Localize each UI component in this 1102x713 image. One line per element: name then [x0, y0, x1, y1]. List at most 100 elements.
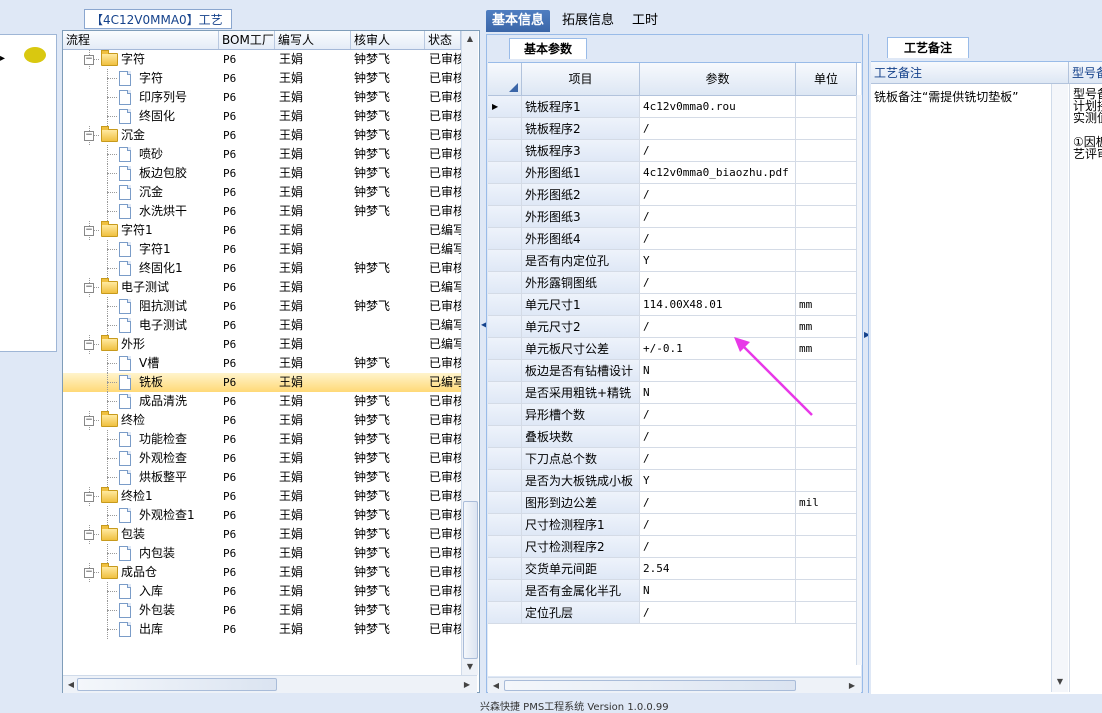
param-unit[interactable] [796, 96, 857, 118]
col-writer[interactable]: 编写人 [275, 31, 351, 49]
param-value[interactable]: 2.54 [640, 558, 796, 580]
tab-basic-info[interactable]: 基本信息 [486, 10, 551, 32]
tab-work-hours[interactable]: 工时 [626, 10, 664, 32]
param-value[interactable]: / [640, 492, 796, 514]
tab-extended-info[interactable]: 拓展信息 [556, 10, 620, 32]
param-value[interactable]: / [640, 514, 796, 536]
tree-item-row[interactable]: 内包装 P6 王娟 钟梦飞 已审核 [63, 544, 461, 563]
col-process[interactable]: 流程 [63, 31, 219, 49]
param-unit[interactable] [796, 184, 857, 206]
col-status[interactable]: 状态 [425, 31, 461, 49]
param-unit[interactable] [796, 118, 857, 140]
param-unit[interactable]: mil [796, 492, 857, 514]
model-note-text[interactable]: 型号备 计划接 实测值 ①因板 艺评审 [1073, 88, 1102, 160]
row-header[interactable] [488, 382, 522, 404]
param-row[interactable]: ▶铣板程序14c12v0mma0.rouY [488, 96, 861, 118]
tree-folder-row[interactable]: − 字符1 P6 王娟 已编写 [63, 221, 461, 240]
param-row[interactable]: 图形到边公差/milY [488, 492, 861, 514]
row-header[interactable] [488, 580, 522, 602]
param-row[interactable]: 是否为大板铣成小板YY [488, 470, 861, 492]
param-value[interactable]: N [640, 580, 796, 602]
tree-item-row[interactable]: 字符 P6 王娟 钟梦飞 已审核 [63, 69, 461, 88]
tab-basic-params[interactable]: 基本参数 [509, 38, 587, 59]
row-header[interactable] [488, 426, 522, 448]
param-row[interactable]: 是否有金属化半孔NY [488, 580, 861, 602]
param-unit[interactable] [796, 558, 857, 580]
tree-vertical-scrollbar[interactable]: ▲ ▼ [461, 31, 478, 675]
param-row[interactable]: 外形图纸2/Y [488, 184, 861, 206]
collapse-toggle-icon[interactable]: − [84, 131, 94, 141]
row-header[interactable] [488, 118, 522, 140]
row-header[interactable] [488, 338, 522, 360]
row-header[interactable] [488, 360, 522, 382]
col-param[interactable]: 参数 [640, 63, 796, 96]
splitter-left[interactable]: ◀ [481, 320, 487, 332]
tree-item-row[interactable]: 沉金 P6 王娟 钟梦飞 已审核 [63, 183, 461, 202]
param-value[interactable]: Y [640, 250, 796, 272]
param-unit[interactable] [796, 448, 857, 470]
tree-item-row[interactable]: 水洗烘干 P6 王娟 钟梦飞 已审核 [63, 202, 461, 221]
row-header[interactable] [488, 404, 522, 426]
tree-folder-row[interactable]: − 外形 P6 王娟 已编写 [63, 335, 461, 354]
notes-vertical-scrollbar[interactable]: ▼ [1051, 84, 1068, 692]
tree-item-row[interactable]: 喷砂 P6 王娟 钟梦飞 已审核 [63, 145, 461, 164]
tree-item-row[interactable]: 终固化 P6 王娟 钟梦飞 已审核 [63, 107, 461, 126]
param-value[interactable]: / [640, 272, 796, 294]
tree-item-row[interactable]: 入库 P6 王娟 钟梦飞 已审核 [63, 582, 461, 601]
param-unit[interactable] [796, 470, 857, 492]
col-bom[interactable]: BOM工厂 [219, 31, 275, 49]
param-row[interactable]: 尺寸检测程序2/Y [488, 536, 861, 558]
tree-folder-row[interactable]: − 沉金 P6 王娟 钟梦飞 已审核 [63, 126, 461, 145]
param-unit[interactable]: mm [796, 294, 857, 316]
param-value[interactable]: / [640, 184, 796, 206]
tree-item-row[interactable]: 印序列号 P6 王娟 钟梦飞 已审核 [63, 88, 461, 107]
row-header[interactable] [488, 206, 522, 228]
row-header[interactable] [488, 470, 522, 492]
tree-folder-row[interactable]: − 终检1 P6 王娟 钟梦飞 已审核 [63, 487, 461, 506]
param-row[interactable]: 单元尺寸1114.00X48.01mmY [488, 294, 861, 316]
notes-scroll-down-icon[interactable]: ▼ [1054, 676, 1066, 688]
col-unit[interactable]: 单位 [796, 63, 857, 96]
tree-folder-row[interactable]: − 包装 P6 王娟 钟梦飞 已审核 [63, 525, 461, 544]
row-header[interactable] [488, 536, 522, 558]
collapse-toggle-icon[interactable]: − [84, 492, 94, 502]
param-unit[interactable] [796, 426, 857, 448]
tree-scroll-thumb[interactable] [463, 501, 478, 659]
param-value[interactable]: / [640, 206, 796, 228]
tree-item-row[interactable]: 终固化1 P6 王娟 钟梦飞 已审核 [63, 259, 461, 278]
param-unit[interactable] [796, 140, 857, 162]
tree-item-row[interactable]: 成品清洗 P6 王娟 钟梦飞 已审核 [63, 392, 461, 411]
row-header[interactable] [488, 294, 522, 316]
param-value[interactable]: / [640, 536, 796, 558]
row-header[interactable] [488, 514, 522, 536]
process-note-text[interactable]: 铣板备注“需提供铣切垫板” [874, 88, 1018, 105]
tree-hscroll-thumb[interactable] [77, 678, 277, 691]
param-row[interactable]: 铣板程序2/Y [488, 118, 861, 140]
collapse-toggle-icon[interactable]: − [84, 568, 94, 578]
row-header[interactable] [488, 316, 522, 338]
param-unit[interactable] [796, 228, 857, 250]
param-unit[interactable] [796, 162, 857, 184]
row-header[interactable]: ▶ [488, 96, 522, 118]
param-unit[interactable] [796, 514, 857, 536]
param-value[interactable]: / [640, 602, 796, 624]
collapse-toggle-icon[interactable]: − [84, 55, 94, 65]
param-row[interactable]: 尺寸检测程序1/Y [488, 514, 861, 536]
scroll-down-icon[interactable]: ▼ [464, 661, 476, 673]
row-header[interactable] [488, 448, 522, 470]
tree-folder-row[interactable]: − 终检 P6 王娟 钟梦飞 已审核 [63, 411, 461, 430]
tree-folder-row[interactable]: − 字符 P6 王娟 钟梦飞 已审核 [63, 50, 461, 69]
collapse-toggle-icon[interactable]: − [84, 340, 94, 350]
scroll-right-icon[interactable]: ▶ [461, 679, 473, 691]
grid-vertical-scrollbar[interactable] [856, 95, 862, 665]
param-value[interactable]: Y [640, 470, 796, 492]
collapse-toggle-icon[interactable]: − [84, 283, 94, 293]
param-value[interactable]: 114.00X48.01 [640, 294, 796, 316]
col-reviewer[interactable]: 核审人 [351, 31, 425, 49]
row-header[interactable] [488, 272, 522, 294]
tab-process-notes[interactable]: 工艺备注 [887, 37, 969, 58]
tree-item-row[interactable]: 电子测试 P6 王娟 已编写 [63, 316, 461, 335]
col-model-note[interactable]: 型号备 [1069, 62, 1102, 84]
speech-bubble-icon[interactable] [24, 47, 46, 63]
grid-hscroll-thumb[interactable] [504, 680, 796, 691]
